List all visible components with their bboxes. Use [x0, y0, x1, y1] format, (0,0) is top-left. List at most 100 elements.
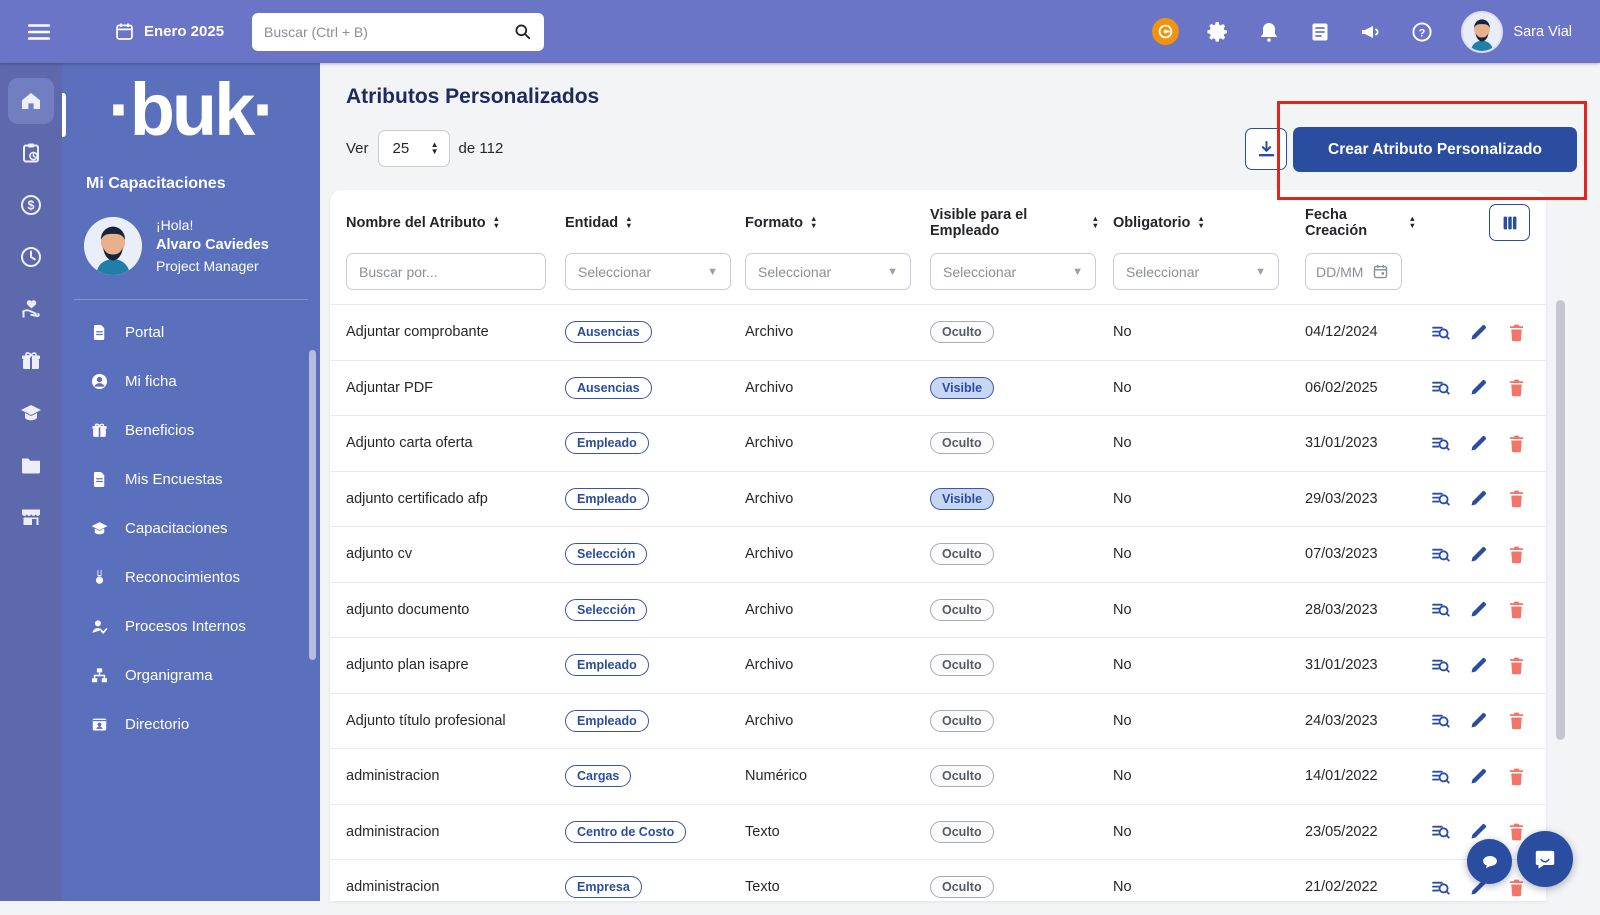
- filter-select-obligatorio[interactable]: Seleccionar▼: [1113, 253, 1279, 290]
- sort-icon[interactable]: ▲▼: [1197, 216, 1204, 230]
- visibility-badge: Oculto: [930, 710, 994, 732]
- global-search-input[interactable]: [264, 24, 513, 40]
- sidebar-item-reconocimientos[interactable]: Reconocimientos: [62, 553, 320, 602]
- filter-select-visible[interactable]: Seleccionar▼: [930, 253, 1096, 290]
- rail-hand-heart-icon[interactable]: [8, 286, 54, 332]
- table-row: adjunto documentoSelecciónArchivoOcultoN…: [330, 582, 1546, 638]
- cell-attribute-name: Adjuntar PDF: [346, 380, 565, 396]
- edit-icon[interactable]: [1468, 322, 1489, 343]
- view-details-icon[interactable]: [1430, 433, 1451, 454]
- search-icon[interactable]: [513, 22, 532, 41]
- view-details-icon[interactable]: [1430, 322, 1451, 343]
- cell-created-date: 21/02/2022: [1305, 879, 1430, 895]
- delete-icon[interactable]: [1506, 710, 1527, 731]
- edit-icon[interactable]: [1468, 377, 1489, 398]
- rail-store-icon[interactable]: [8, 494, 54, 540]
- column-header-fecha-creación[interactable]: Fecha Creación▲▼: [1305, 207, 1430, 239]
- support-chat-button[interactable]: [1517, 831, 1573, 887]
- sidebar-item-mis-encuestas[interactable]: Mis Encuestas: [62, 455, 320, 504]
- delete-icon[interactable]: [1506, 544, 1527, 565]
- view-details-icon[interactable]: [1430, 544, 1451, 565]
- edit-icon[interactable]: [1468, 655, 1489, 676]
- sort-icon[interactable]: ▲▼: [1409, 216, 1416, 230]
- column-label: Nombre del Atributo: [346, 215, 486, 231]
- rail-gift-icon[interactable]: [8, 338, 54, 384]
- gear-icon[interactable]: [1206, 20, 1230, 44]
- sidebar-item-beneficios[interactable]: Beneficios: [62, 406, 320, 455]
- edit-icon[interactable]: [1468, 544, 1489, 565]
- edit-icon[interactable]: [1468, 710, 1489, 731]
- delete-icon[interactable]: [1506, 433, 1527, 454]
- sidebar-item-organigrama[interactable]: Organigrama: [62, 651, 320, 700]
- id-card-icon: [90, 715, 109, 734]
- entity-badge: Empleado: [565, 432, 649, 454]
- rail-folder-icon[interactable]: [8, 442, 54, 488]
- filter-search-input[interactable]: [346, 253, 546, 290]
- view-details-icon[interactable]: [1430, 710, 1451, 731]
- column-header-nombre-del-atributo[interactable]: Nombre del Atributo ▲▼: [346, 215, 565, 231]
- edit-icon[interactable]: [1468, 433, 1489, 454]
- view-details-icon[interactable]: [1430, 377, 1451, 398]
- month-selector[interactable]: Enero 2025: [114, 21, 224, 42]
- view-details-icon[interactable]: [1430, 821, 1451, 842]
- active-item-indicator: [62, 93, 66, 137]
- sort-icon[interactable]: ▲▼: [493, 216, 500, 230]
- view-details-icon[interactable]: [1430, 488, 1451, 509]
- sort-icon[interactable]: ▲▼: [1092, 216, 1099, 230]
- download-button[interactable]: [1245, 128, 1287, 170]
- column-header-entidad[interactable]: Entidad▲▼: [565, 215, 745, 231]
- column-header-formato[interactable]: Formato▲▼: [745, 215, 930, 231]
- filter-date-input[interactable]: DD/MM: [1305, 253, 1402, 290]
- cell-attribute-name: administracion: [346, 824, 565, 840]
- target-icon[interactable]: [1152, 18, 1179, 45]
- delete-icon[interactable]: [1506, 322, 1527, 343]
- view-details-icon[interactable]: [1430, 766, 1451, 787]
- cell-format: Archivo: [745, 435, 930, 451]
- sidebar-item-mi-ficha[interactable]: Mi ficha: [62, 357, 320, 406]
- delete-icon[interactable]: [1506, 877, 1527, 898]
- rail-clock-icon[interactable]: [8, 234, 54, 280]
- news-icon[interactable]: [1308, 20, 1332, 44]
- user-menu[interactable]: Sara Vial: [1461, 11, 1572, 53]
- sidebar-scrollbar[interactable]: [309, 350, 316, 660]
- edit-icon[interactable]: [1468, 766, 1489, 787]
- filter-select-entidad[interactable]: Seleccionar▼: [565, 253, 731, 290]
- rail-clipboard-clock-icon[interactable]: [8, 130, 54, 176]
- column-header-obligatorio[interactable]: Obligatorio▲▼: [1113, 215, 1305, 231]
- delete-icon[interactable]: [1506, 599, 1527, 620]
- rail-dollar-icon[interactable]: $: [8, 182, 54, 228]
- sort-icon[interactable]: ▲▼: [625, 216, 632, 230]
- rail-home-icon[interactable]: [8, 78, 54, 124]
- medal-icon: [90, 568, 109, 587]
- page-scrollbar[interactable]: [1556, 300, 1565, 740]
- delete-icon[interactable]: [1506, 766, 1527, 787]
- column-header-visible-para-el-empleado[interactable]: Visible para el Empleado▲▼: [930, 207, 1113, 239]
- create-attribute-button[interactable]: Crear Atributo Personalizado: [1293, 127, 1577, 172]
- view-details-icon[interactable]: [1430, 599, 1451, 620]
- delete-icon[interactable]: [1506, 377, 1527, 398]
- view-details-icon[interactable]: [1430, 877, 1451, 898]
- date-placeholder: DD/MM: [1316, 264, 1363, 280]
- sidebar-item-directorio[interactable]: Directorio: [62, 700, 320, 749]
- table-row: adjunto certificado afpEmpleadoArchivoVi…: [330, 471, 1546, 527]
- filter-select-formato[interactable]: Seleccionar▼: [745, 253, 911, 290]
- rail-grad-cap-icon[interactable]: [8, 390, 54, 436]
- help-icon[interactable]: ?: [1410, 20, 1434, 44]
- sort-icon[interactable]: ▲▼: [810, 216, 817, 230]
- hamburger-menu-icon[interactable]: [26, 19, 52, 45]
- sidebar-item-portal[interactable]: Portal: [62, 308, 320, 357]
- edit-icon[interactable]: [1468, 488, 1489, 509]
- megaphone-icon[interactable]: [1359, 20, 1383, 44]
- feedback-chat-button[interactable]: [1467, 839, 1512, 884]
- entity-badge: Empleado: [565, 654, 649, 676]
- delete-icon[interactable]: [1506, 655, 1527, 676]
- column-settings-button[interactable]: [1489, 204, 1530, 241]
- edit-icon[interactable]: [1468, 599, 1489, 620]
- delete-icon[interactable]: [1506, 488, 1527, 509]
- view-details-icon[interactable]: [1430, 655, 1451, 676]
- sidebar-item-capacitaciones[interactable]: Capacitaciones: [62, 504, 320, 553]
- page-size-select[interactable]: 25 ▲▼: [378, 130, 450, 167]
- bell-icon[interactable]: [1257, 20, 1281, 44]
- sidebar-item-procesos-internos[interactable]: Procesos Internos: [62, 602, 320, 651]
- sidebar-profile[interactable]: ¡Hola! Alvaro Caviedes Project Manager: [84, 215, 320, 277]
